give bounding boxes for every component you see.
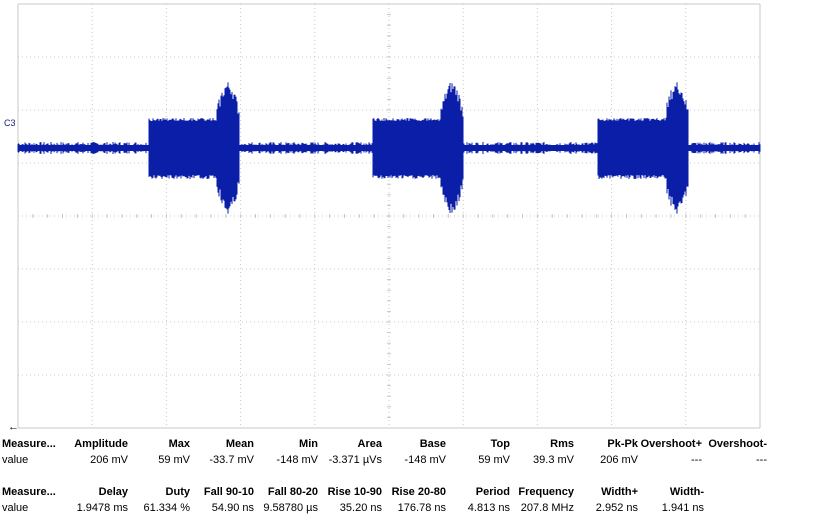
- measurement-value: 1.941 ns: [661, 502, 704, 514]
- measurement-column-header: Rise 10-90: [327, 486, 382, 498]
- measurement-column-header: Mean: [225, 438, 254, 450]
- measurement-column-header: Max: [168, 438, 190, 450]
- measurement-column-header: Period: [475, 486, 510, 498]
- measure-value-label: value: [2, 502, 29, 514]
- measurement-value: 206 mV: [600, 454, 638, 466]
- measurement-value: 207.8 MHz: [520, 502, 574, 514]
- measurement-value: -148 mV: [404, 454, 446, 466]
- trace-burst: [372, 82, 464, 214]
- trace-burst: [597, 82, 689, 214]
- measurement-column-header: Width-: [669, 486, 704, 498]
- measurement-column-header: Frequency: [518, 486, 574, 498]
- measure-header-label[interactable]: Measure...: [2, 437, 56, 452]
- channel-c3-trace: [17, 82, 761, 214]
- measurement-value: 2.952 ns: [595, 502, 638, 514]
- measurement-column-header: Amplitude: [74, 438, 128, 450]
- measurement-value: ---: [756, 454, 767, 466]
- measurement-column-header: Area: [357, 438, 382, 450]
- channel-label: C3: [4, 118, 16, 128]
- measurement-value: 176.78 ns: [397, 502, 446, 514]
- measurement-column-header: Width+: [601, 486, 638, 498]
- measurement-column-header: Fall 90-10: [203, 486, 254, 498]
- measurement-value: 39.3 mV: [533, 454, 574, 466]
- measurement-value: ---: [691, 454, 702, 466]
- measurement-value: 206 mV: [90, 454, 128, 466]
- measurement-value: 4.813 ns: [467, 502, 510, 514]
- measurement-value: 1.9478 ms: [76, 502, 128, 514]
- measurement-column-header: Top: [490, 438, 510, 450]
- measurement-table-2-header: Measure... Delay Duty Fall 90-10 Fall 80-20…: [0, 485, 828, 500]
- scroll-left-icon[interactable]: ←: [8, 422, 19, 433]
- measurement-table-2-values: value 1.9478 ms 61.334 % 54.90 ns 9.58780 µ…: [0, 501, 828, 516]
- trace-burst: [148, 82, 240, 214]
- measurement-value: 9.58780 µs: [263, 502, 318, 514]
- measurement-column-header: Duty: [165, 486, 190, 498]
- measurement-column-header: Delay: [98, 486, 128, 498]
- measurement-column-header: Pk-Pk: [607, 438, 638, 450]
- measurement-column-header: Rise 20-80: [391, 486, 446, 498]
- measurement-value: 54.90 ns: [211, 502, 254, 514]
- measurement-value: -3.371 µVs: [328, 454, 382, 466]
- measurement-value: 59 mV: [158, 454, 190, 466]
- measurement-value: 59 mV: [478, 454, 510, 466]
- measurement-column-header: Rms: [550, 438, 574, 450]
- measurement-column-header: Overshoot+: [640, 438, 702, 450]
- measurement-table-1-values: value 206 mV 59 mV -33.7 mV -148 mV -3.371 µ…: [0, 453, 828, 468]
- measure-header-label[interactable]: Measure...: [2, 485, 56, 500]
- measurement-value: 35.20 ns: [339, 502, 382, 514]
- measurement-value: 61.334 %: [143, 502, 190, 514]
- measurement-column-header: Fall 80-20: [267, 486, 318, 498]
- measurement-column-header: Overshoot-: [708, 438, 767, 450]
- measure-value-label: value: [2, 454, 29, 466]
- measurement-value: -33.7 mV: [209, 454, 254, 466]
- oscilloscope-display: [17, 3, 761, 429]
- measurement-column-header: Min: [299, 438, 318, 450]
- graticule: [17, 3, 761, 429]
- measurement-column-header: Base: [419, 438, 446, 450]
- measurement-value: -148 mV: [276, 454, 318, 466]
- measurement-table-1-header: Measure... Amplitude Max Mean Min Area Base To…: [0, 437, 828, 452]
